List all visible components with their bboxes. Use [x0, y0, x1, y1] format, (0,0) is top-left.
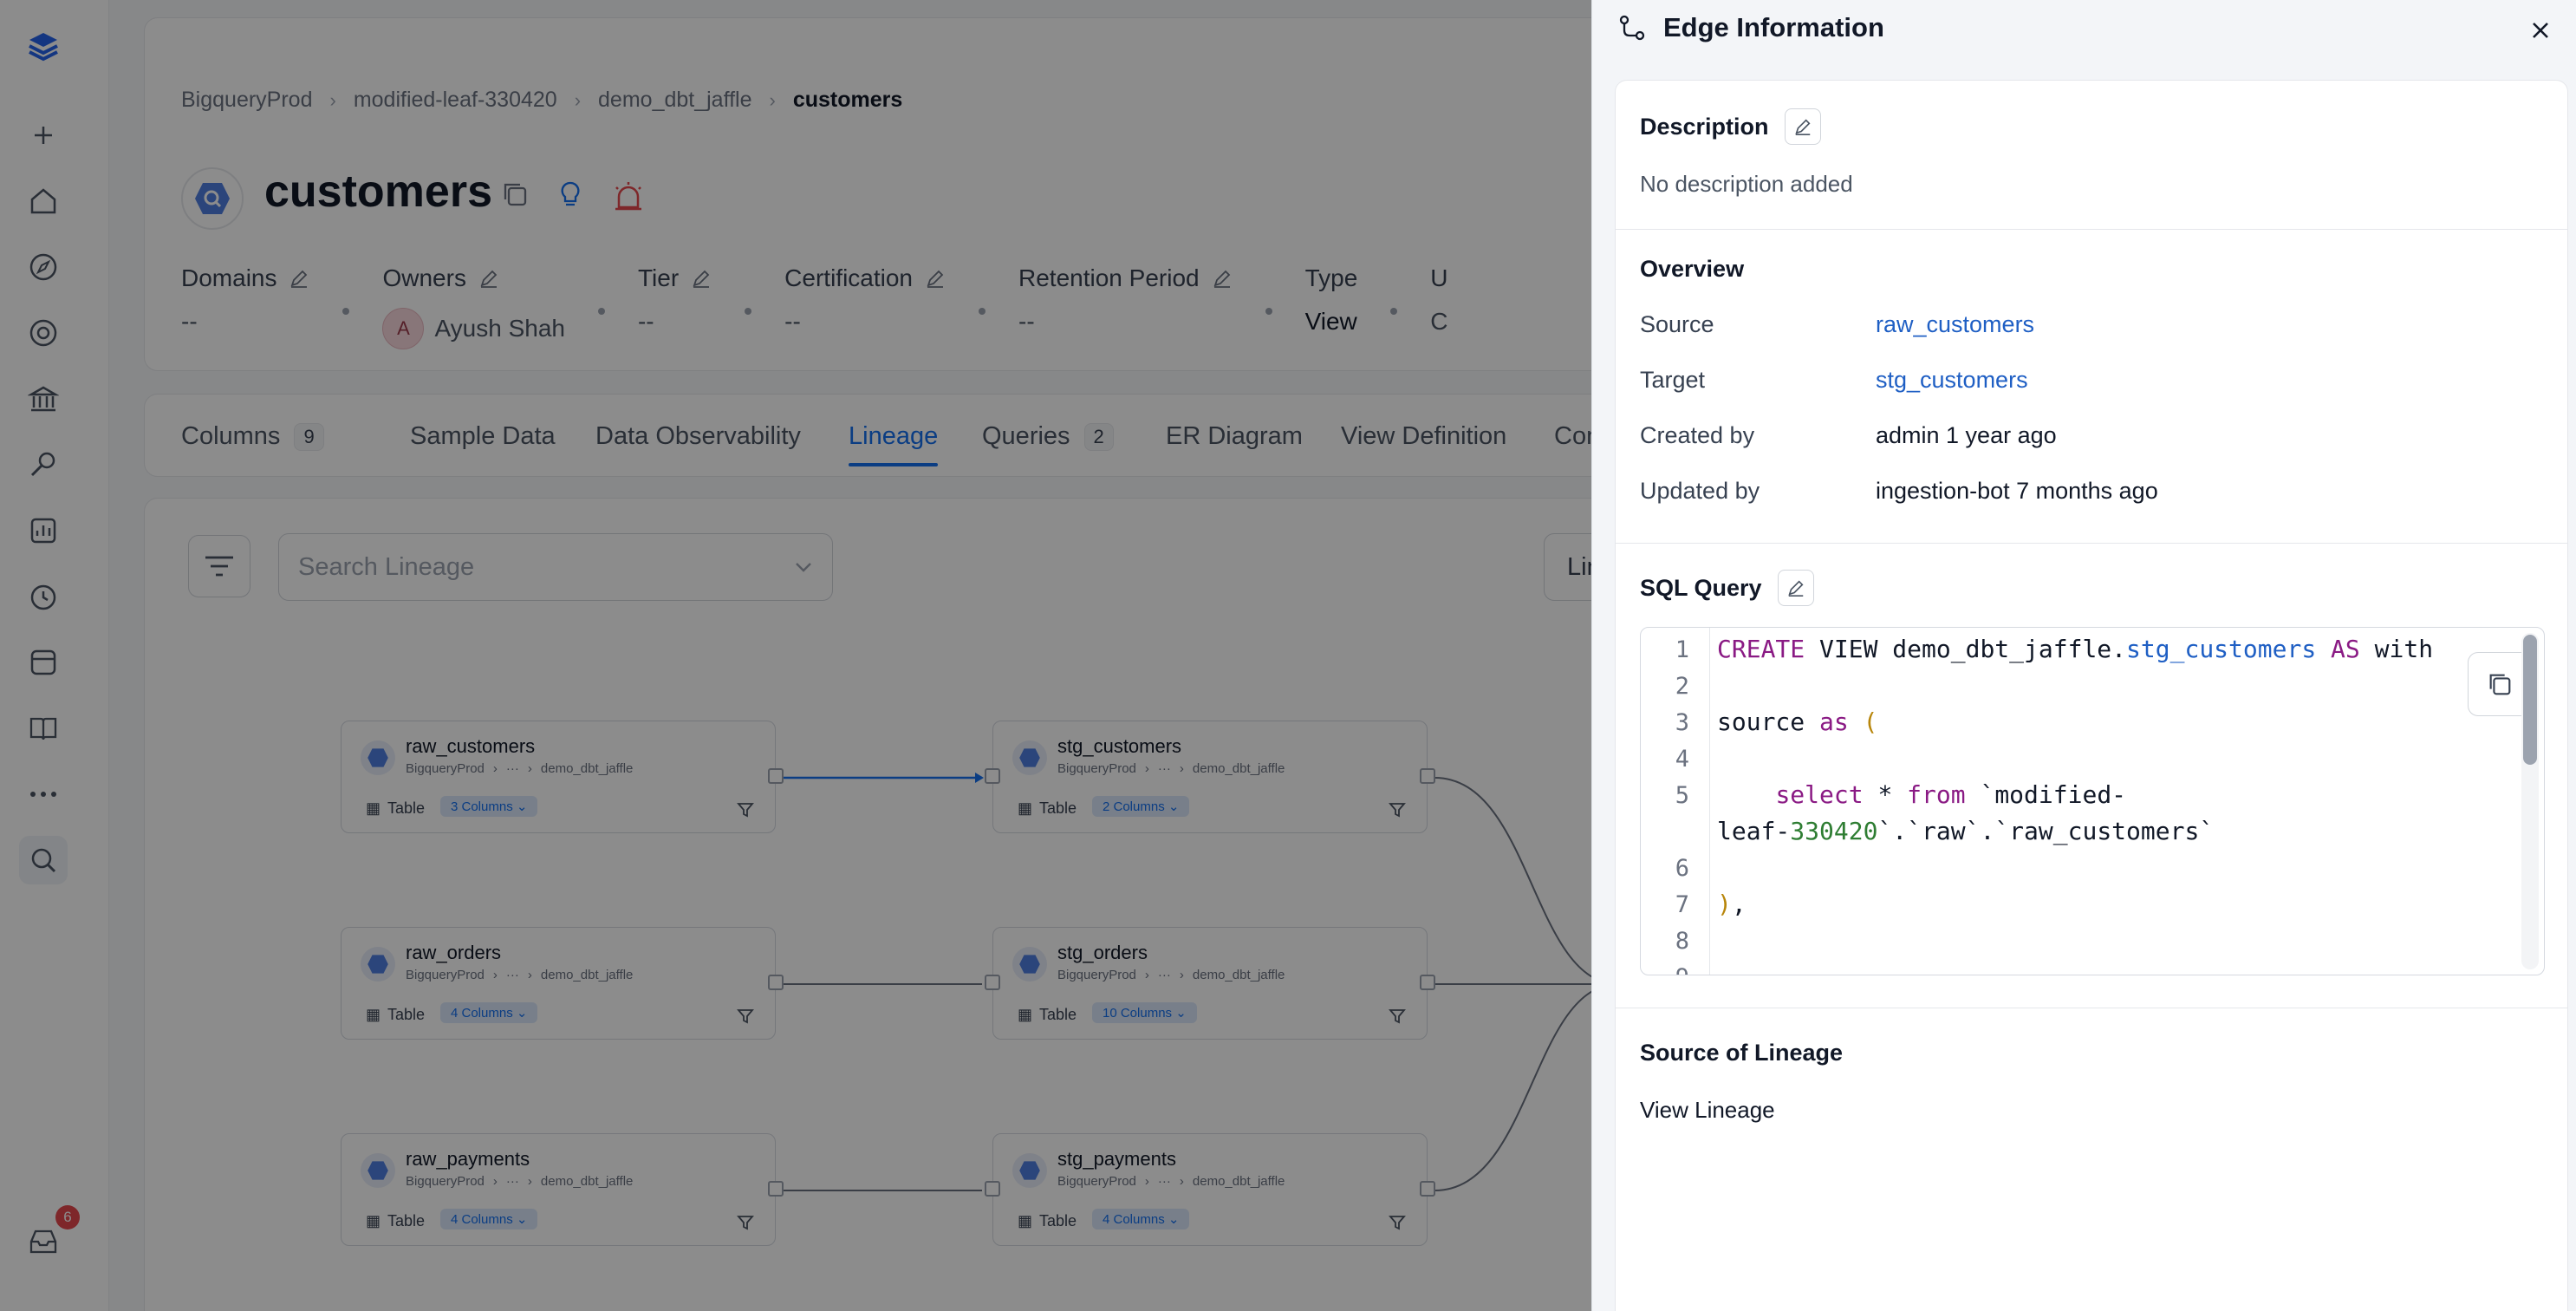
line-number: 9: [1641, 964, 1689, 975]
line-number: 3: [1675, 709, 1689, 736]
target-link[interactable]: stg_customers: [1876, 367, 2028, 394]
line-number: 2: [1675, 673, 1689, 700]
line-gutter: 1 2 3 4 5 6 7 8 9: [1641, 628, 1710, 975]
copy-icon: [2489, 674, 2511, 695]
edit-sql-button[interactable]: [1777, 570, 1814, 606]
overview-value: ingestion-bot 7 months ago: [1876, 478, 2158, 504]
edge-information-drawer: Edge Information Description No descript…: [1591, 0, 2576, 1311]
line-number: 8: [1675, 928, 1689, 955]
overview-section: Overview Source raw_customers Target stg_c…: [1616, 230, 2567, 544]
overview-key: Created by: [1640, 422, 1755, 448]
overview-row-updated: Updated by ingestion-bot 7 months ago: [1640, 478, 2158, 505]
overview-value: admin 1 year ago: [1876, 422, 2057, 448]
drawer-backdrop[interactable]: [0, 0, 1591, 1311]
overview-key: Target: [1640, 367, 1706, 393]
section-title: Description: [1640, 113, 1769, 140]
source-link[interactable]: raw_customers: [1876, 311, 2034, 338]
lineage-edge-icon: [1618, 14, 1646, 42]
line-number: 5: [1675, 782, 1689, 809]
line-number: 6: [1675, 855, 1689, 882]
drawer-header: Edge Information: [1618, 12, 1884, 43]
view-lineage-link[interactable]: View Lineage: [1640, 1097, 1775, 1124]
overview-row-created: Created by admin 1 year ago: [1640, 422, 2057, 449]
description-section: Description No description added: [1616, 81, 2567, 230]
sql-query-title: SQL Query: [1640, 570, 1814, 606]
overview-title: Overview: [1640, 256, 1745, 282]
overview-row-target: Target stg_customers: [1640, 367, 2028, 394]
line-number: 1: [1675, 636, 1689, 663]
code-line: source as (: [1717, 708, 1878, 736]
close-icon[interactable]: [2526, 16, 2555, 45]
description-text: No description added: [1640, 171, 1853, 197]
code-line: CREATE VIEW demo_dbt_jaffle.stg_customer…: [1717, 635, 2434, 663]
edit-icon: [1787, 580, 1804, 597]
code-scroll-thumb[interactable]: [2523, 635, 2537, 765]
section-title: SQL Query: [1640, 574, 1762, 601]
description-title: Description: [1640, 108, 1821, 145]
overview-key: Updated by: [1640, 478, 1760, 504]
code-line: select * from `modified-: [1775, 780, 2127, 809]
line-number: 7: [1675, 891, 1689, 918]
code-line: ),: [1717, 890, 1747, 918]
overview-key: Source: [1640, 311, 1714, 337]
overview-row-source: Source raw_customers: [1640, 311, 2034, 338]
edit-icon: [1794, 119, 1811, 135]
drawer-title: Edge Information: [1663, 12, 1884, 42]
line-number: 4: [1675, 746, 1689, 773]
lineage-source-section: Source of Lineage View Lineage: [1616, 1008, 2567, 1182]
sql-code-editor[interactable]: 1 2 3 4 5 6 7 8 9 CREATE VIEW demo_dbt_j…: [1640, 627, 2545, 975]
lineage-source-title: Source of Lineage: [1640, 1040, 1844, 1066]
drawer-body: Description No description added Overvie…: [1615, 80, 2568, 1311]
edit-description-button[interactable]: [1784, 108, 1821, 145]
code-line: leaf-330420`.`raw`.`raw_customers`: [1717, 817, 2215, 845]
